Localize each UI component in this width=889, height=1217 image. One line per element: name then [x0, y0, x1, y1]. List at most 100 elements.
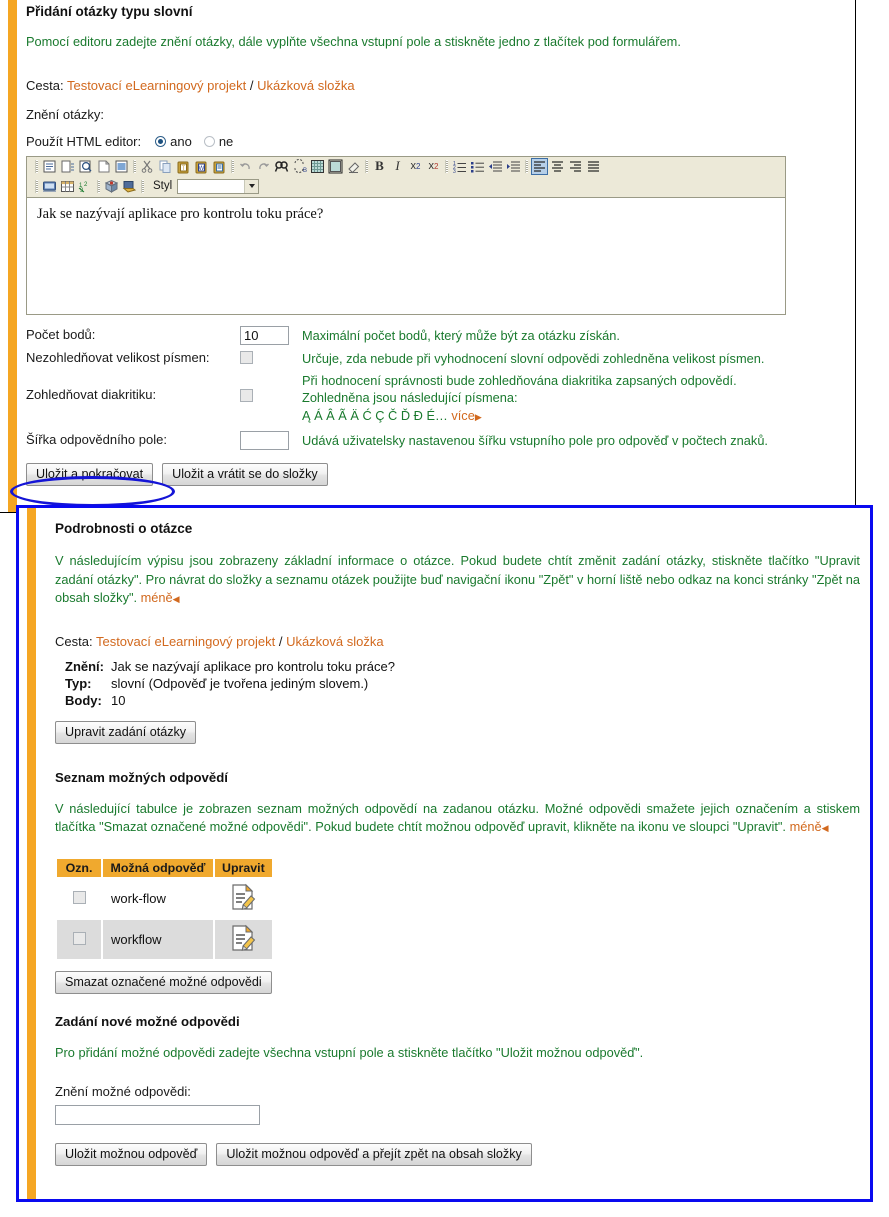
row-answer-text: workflow: [103, 919, 213, 959]
answer-width-input[interactable]: [240, 431, 289, 451]
row-checkbox-cell: [57, 919, 101, 959]
orange-accent-rail: [27, 508, 36, 1199]
answer-width-help: Udává uživatelsky nastavenou šířku vstup…: [302, 433, 768, 449]
info-value-body: 10: [111, 692, 126, 708]
blank-page-icon[interactable]: [95, 158, 112, 175]
toolbar-grip: [365, 159, 368, 173]
copy-icon[interactable]: [157, 158, 174, 175]
toolbar-grip: [141, 179, 144, 193]
find-icon[interactable]: [273, 158, 290, 175]
increase-indent-icon[interactable]: [505, 158, 522, 175]
radio-label-no: ne: [218, 133, 234, 149]
undo-icon[interactable]: [237, 158, 254, 175]
cut-icon[interactable]: [139, 158, 156, 175]
diacritics-help: Při hodnocení správnosti bude zohledňová…: [302, 371, 851, 424]
align-center-icon[interactable]: [549, 158, 566, 175]
points-label: Počet bodů:: [26, 326, 96, 342]
editor-toolbar-row-2: 123 Styl: [27, 176, 785, 197]
insert-image-icon[interactable]: [103, 178, 120, 195]
redo-icon[interactable]: [255, 158, 272, 175]
paste-text-icon[interactable]: [211, 158, 228, 175]
ignore-case-checkbox[interactable]: [240, 350, 253, 364]
subscript-icon[interactable]: x2: [407, 158, 424, 175]
replace-icon[interactable]: B: [291, 158, 308, 175]
save-answer-button[interactable]: Uložit možnou odpověď: [55, 1143, 208, 1167]
select-all-icon[interactable]: [309, 158, 326, 175]
new-document-icon[interactable]: [41, 158, 58, 175]
breadcrumb: Cesta: Testovací eLearningový projekt / …: [26, 78, 845, 93]
svg-text:2: 2: [84, 182, 88, 188]
decrease-indent-icon[interactable]: [487, 158, 504, 175]
page-properties-icon[interactable]: [113, 158, 130, 175]
radio-html-editor-yes[interactable]: [155, 135, 167, 147]
paste-word-icon[interactable]: W: [193, 158, 210, 175]
info-key-typ: Typ:: [65, 675, 92, 691]
delete-selected-answers-button[interactable]: Smazat označené možné odpovědi: [55, 970, 272, 994]
show-blocks-icon[interactable]: [327, 158, 344, 175]
preview-icon[interactable]: [77, 158, 94, 175]
radio-html-editor-no[interactable]: [203, 135, 215, 147]
html-editor-toggle-group: Použít HTML editor: ano ne: [26, 134, 845, 149]
toolbar-grip: [35, 179, 38, 193]
info-key-zneni: Znění:: [65, 658, 104, 674]
align-justify-icon[interactable]: [585, 158, 602, 175]
form-row-answer-width: Šířka odpovědního pole: Udává uživatelsk…: [26, 431, 851, 451]
answer-width-label: Šířka odpovědního pole:: [26, 432, 167, 448]
diacritics-checkbox[interactable]: [240, 388, 253, 402]
breadcrumb-link-project[interactable]: Testovací eLearningový projekt: [67, 78, 246, 93]
edit-document-icon[interactable]: [230, 924, 256, 955]
edit-question-button[interactable]: Upravit zadání otázky: [55, 720, 197, 744]
details-breadcrumb-link-folder[interactable]: Ukázková složka: [286, 634, 384, 649]
edit-document-icon[interactable]: [230, 883, 256, 914]
style-select[interactable]: [177, 178, 260, 194]
template-icon[interactable]: [59, 158, 76, 175]
save-and-continue-button[interactable]: Uložit a pokračovat: [26, 463, 154, 487]
table-row: work-flow: [57, 879, 272, 918]
info-key-body: Body:: [65, 692, 102, 708]
question-info-list: Znění: Jak se nazývají aplikace pro kont…: [55, 659, 860, 708]
svg-text:T: T: [182, 166, 186, 172]
row-edit-cell: [215, 879, 272, 918]
style-select-value: [178, 180, 244, 193]
details-breadcrumb: Cesta: Testovací eLearningový projekt / …: [55, 634, 860, 649]
points-input[interactable]: [240, 325, 289, 345]
paste-icon[interactable]: T: [175, 158, 192, 175]
chevron-down-icon[interactable]: [244, 179, 259, 193]
row-select-checkbox[interactable]: [72, 891, 86, 905]
insert-table-icon[interactable]: [59, 178, 76, 195]
eraser-icon[interactable]: [345, 158, 362, 175]
save-answer-and-return-button[interactable]: Uložit možnou odpověď a přejít zpět na o…: [216, 1143, 532, 1167]
radio-label-yes: ano: [170, 133, 192, 149]
diacritics-more-link[interactable]: více: [451, 408, 474, 423]
breadcrumb-label: Cesta:: [26, 77, 64, 93]
insert-link-icon[interactable]: [121, 178, 138, 195]
answers-less-link[interactable]: méně: [790, 819, 822, 834]
answers-intro: V následující tabulce je zobrazen seznam…: [55, 800, 860, 835]
align-left-icon[interactable]: [531, 157, 548, 175]
breadcrumb-link-folder[interactable]: Ukázková složka: [257, 78, 355, 93]
editor-toolbar-row-1: T W B B I x 2 x 2 1 2 3: [27, 157, 785, 176]
numbered-list-icon[interactable]: 123: [451, 158, 468, 175]
italic-icon[interactable]: I: [389, 158, 406, 175]
new-answer-input[interactable]: [55, 1105, 260, 1126]
row-select-checkbox[interactable]: [72, 932, 86, 946]
svg-text:3: 3: [453, 169, 456, 174]
bold-icon[interactable]: B: [371, 158, 388, 175]
bulleted-list-icon[interactable]: [469, 158, 486, 175]
table-header-row: Ozn. Možná odpověď Upravit: [57, 858, 272, 877]
details-breadcrumb-link-project[interactable]: Testovací eLearningový projekt: [96, 634, 275, 649]
diacritics-help-line1: Při hodnocení správnosti bude zohledňová…: [302, 372, 737, 388]
special-char-icon[interactable]: 123: [77, 178, 94, 195]
info-value-typ: slovní (Odpověď je tvořena jediným slove…: [111, 675, 369, 691]
save-and-return-button[interactable]: Uložit a vrátit se do složky: [162, 463, 328, 487]
superscript-icon[interactable]: x2: [425, 158, 442, 175]
details-less-link[interactable]: méně: [141, 590, 173, 605]
align-right-icon[interactable]: [567, 158, 584, 175]
ignore-case-label: Nezohledňovat velikost písmen:: [26, 349, 210, 365]
flash-icon[interactable]: [41, 178, 58, 195]
editor-content-area[interactable]: Jak se nazývají aplikace pro kontrolu to…: [27, 196, 785, 314]
question-details-panel: Podrobnosti o otázce V následujícím výpi…: [16, 505, 873, 1202]
toolbar-grip: [133, 159, 136, 173]
new-answer-label: Znění možné odpovědi:: [55, 1084, 191, 1100]
details-intro: V následujícím výpisu jsou zobrazeny zák…: [55, 553, 860, 606]
